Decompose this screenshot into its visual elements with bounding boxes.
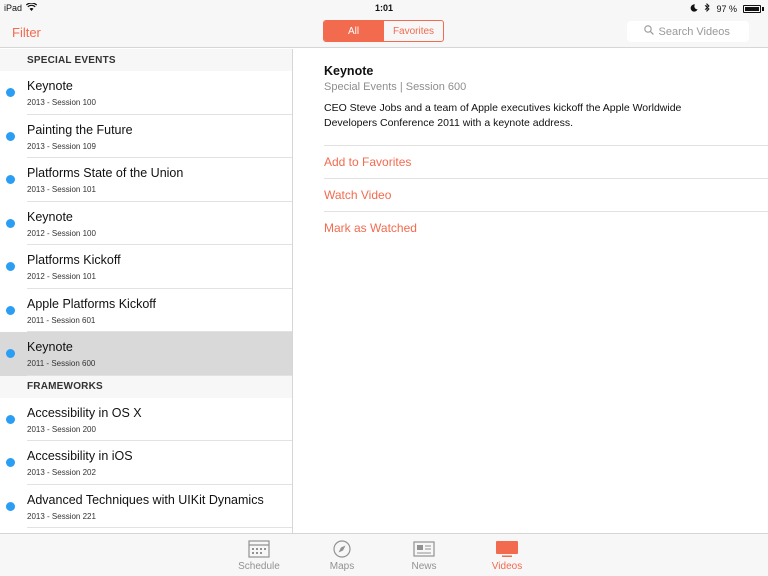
- session-title: Accessibility in iOS: [27, 449, 133, 463]
- unwatched-dot-icon: [6, 349, 15, 358]
- search-icon: [643, 25, 654, 38]
- unwatched-dot-icon: [6, 305, 15, 315]
- session-subtitle: 2011 - Session 601: [27, 315, 96, 325]
- section-header-frameworks: FRAMEWORKS: [0, 375, 292, 398]
- search-field[interactable]: [627, 21, 749, 42]
- list-item[interactable]: Keynote 2013 - Session 100: [0, 71, 292, 115]
- session-subtitle: 2013 - Session 202: [27, 468, 96, 477]
- unwatched-dot-icon: [6, 175, 15, 184]
- list-item[interactable]: Advanced Techniques with UIKit Dynamics …: [0, 485, 292, 529]
- session-subtitle: 2013 - Session 101: [27, 185, 96, 194]
- newspaper-icon: [413, 540, 435, 561]
- section-header-special-events: SPECIAL EVENTS: [0, 49, 292, 71]
- session-title: Platforms Kickoff: [27, 253, 121, 267]
- list-item[interactable]: Apple Platforms Kickoff 2011 - Session 6…: [0, 289, 292, 333]
- tab-schedule[interactable]: Schedule: [229, 540, 289, 572]
- list-item[interactable]: Accessibility in iOS 2013 - Session 202: [0, 441, 292, 485]
- status-bar: iPad 1:01 97 %: [0, 0, 768, 16]
- battery-tip: [762, 6, 764, 11]
- segment-favorites[interactable]: Favorites: [383, 21, 443, 41]
- session-subtitle: 2013 - Session 200: [27, 424, 96, 434]
- list-item[interactable]: Painting the Future 2013 - Session 109: [0, 115, 292, 159]
- session-subtitle: 2013 - Session 221: [27, 511, 96, 521]
- unwatched-dot-icon: [6, 414, 15, 424]
- session-list[interactable]: SPECIAL EVENTS Keynote 2013 - Session 10…: [0, 49, 293, 533]
- moon-icon: [690, 3, 699, 14]
- tab-news[interactable]: News: [394, 540, 454, 572]
- list-item[interactable]: Platforms Kickoff 2012 - Session 101: [0, 245, 292, 289]
- unwatched-dot-icon: [6, 218, 15, 228]
- battery-icon: [743, 4, 761, 13]
- scope-segmented-control: All Favorites: [323, 20, 444, 42]
- tab-label: Videos: [491, 561, 523, 572]
- tab-label: Schedule: [238, 561, 280, 572]
- session-title: Platforms State of the Union: [27, 166, 184, 180]
- watch-video-button[interactable]: Watch Video: [324, 178, 768, 211]
- list-item[interactable]: Accessibility in OS X 2013 - Session 200: [0, 398, 292, 442]
- tab-maps[interactable]: Maps: [312, 540, 372, 572]
- unwatched-dot-icon: [6, 458, 15, 467]
- bluetooth-icon: [704, 2, 711, 14]
- session-title: Painting the Future: [27, 122, 133, 137]
- session-detail: Keynote Special Events | Session 600 CEO…: [294, 49, 768, 533]
- list-item[interactable]: Platforms State of the Union 2013 - Sess…: [0, 158, 292, 202]
- session-subtitle: 2013 - Session 109: [27, 141, 96, 151]
- list-item[interactable]: Keynote 2012 - Session 100: [0, 202, 292, 246]
- tab-bar: Schedule Maps News Videos: [0, 533, 768, 576]
- tab-videos[interactable]: Videos: [477, 540, 537, 572]
- unwatched-dot-icon: [6, 131, 15, 141]
- session-subtitle: 2011 - Session 600: [27, 359, 96, 368]
- mark-as-watched-button[interactable]: Mark as Watched: [324, 211, 768, 244]
- session-title: Keynote: [27, 209, 73, 224]
- filter-button[interactable]: Filter: [12, 25, 41, 40]
- detail-title: Keynote: [324, 64, 374, 78]
- session-title: Keynote: [27, 79, 73, 93]
- tab-label: News: [411, 561, 437, 572]
- tab-label: Maps: [329, 561, 355, 572]
- add-to-favorites-button[interactable]: Add to Favorites: [324, 145, 768, 178]
- clock: 1:01: [374, 3, 393, 13]
- detail-meta: Special Events | Session 600: [324, 81, 467, 93]
- session-title: Apple Platforms Kickoff: [27, 296, 156, 311]
- tv-icon: [495, 540, 519, 561]
- compass-icon: [332, 540, 352, 561]
- detail-description: CEO Steve Jobs and a team of Apple execu…: [324, 102, 682, 129]
- list-item-selected[interactable]: Keynote 2011 - Session 600: [0, 332, 292, 376]
- session-subtitle: 2013 - Session 100: [27, 98, 96, 107]
- session-title: Advanced Techniques with UIKit Dynamics: [27, 492, 264, 507]
- unwatched-dot-icon: [6, 501, 15, 511]
- unwatched-dot-icon: [6, 262, 15, 271]
- session-title: Accessibility in OS X: [27, 405, 142, 420]
- session-subtitle: 2012 - Session 100: [27, 228, 96, 238]
- search-input[interactable]: [658, 25, 733, 38]
- unwatched-dot-icon: [6, 88, 15, 97]
- session-subtitle: 2012 - Session 101: [27, 272, 96, 281]
- navigation-bar: Filter All Favorites: [0, 16, 768, 48]
- battery-percent: 97 %: [716, 3, 737, 14]
- session-title: Keynote: [27, 340, 73, 354]
- segment-all[interactable]: All: [324, 21, 383, 41]
- detail-actions: Add to Favorites Watch Video Mark as Wat…: [324, 145, 768, 244]
- calendar-icon: [248, 540, 270, 561]
